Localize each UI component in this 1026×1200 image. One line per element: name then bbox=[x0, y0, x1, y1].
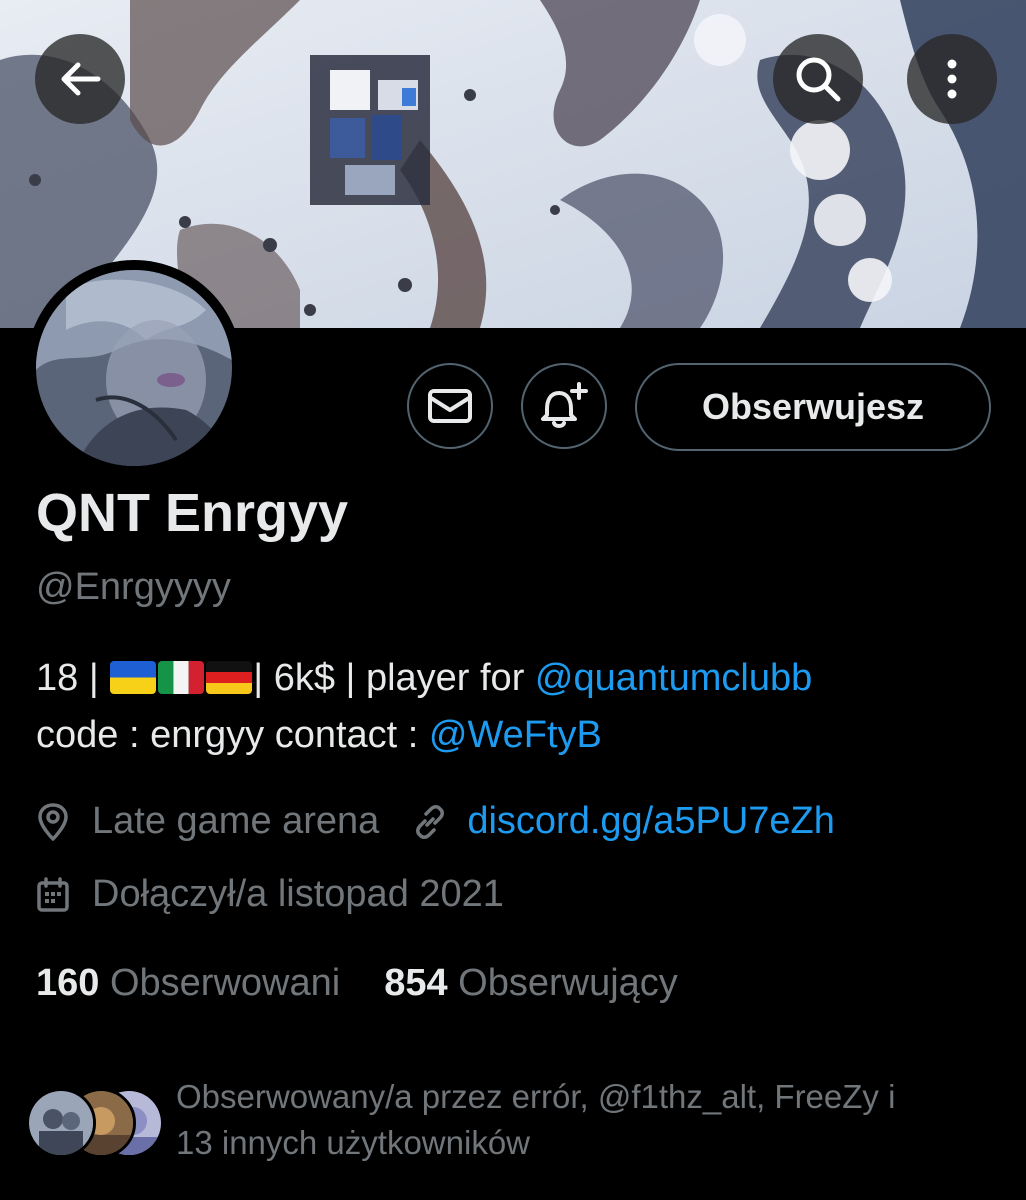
following-count: 160 bbox=[36, 962, 100, 1004]
followed-by-row[interactable]: Obserwowany/a przez errór, @f1thz_alt, F… bbox=[26, 1074, 1006, 1166]
link-icon bbox=[411, 803, 449, 841]
envelope-icon bbox=[428, 389, 472, 423]
bio-text-contact: code : enrgyy contact : bbox=[36, 714, 419, 756]
avatar[interactable] bbox=[26, 260, 242, 476]
followers-count: 854 bbox=[384, 962, 448, 1004]
profile-website-link[interactable]: discord.gg/a5PU7eZh bbox=[467, 800, 835, 843]
calendar-icon bbox=[36, 876, 70, 913]
bio-text-age: 18 | bbox=[36, 657, 99, 699]
mention-weftyb[interactable]: @WeFtyB bbox=[429, 714, 602, 756]
profile-location: Late game arena bbox=[92, 800, 380, 842]
ukraine-flag-icon bbox=[110, 661, 157, 694]
profile-location-row: Late game arena discord.gg/a5PU7eZh bbox=[36, 800, 835, 843]
followed-by-line-1: Obserwowany/a przez errór, @f1thz_alt, F… bbox=[176, 1078, 896, 1115]
avatar-image bbox=[36, 270, 232, 466]
search-button[interactable] bbox=[773, 34, 863, 124]
notifications-button[interactable] bbox=[521, 363, 607, 449]
followers-stat[interactable]: 854 Obserwujący bbox=[384, 962, 678, 1004]
profile-joined-row: Dołączył/a listopad 2021 bbox=[36, 873, 504, 916]
bio-text-player: | 6k$ | player for bbox=[253, 657, 525, 699]
bell-plus-icon bbox=[541, 382, 588, 428]
arrow-left-icon bbox=[61, 62, 101, 96]
profile-joined-date: Dołączył/a listopad 2021 bbox=[92, 873, 504, 915]
display-name: QNT Enrgyy bbox=[36, 483, 349, 543]
bio-line-1: 18 | | 6k$ | player for @quantumclubb bbox=[36, 650, 812, 707]
mention-quantumclubb[interactable]: @quantumclubb bbox=[535, 657, 812, 699]
italy-flag-icon bbox=[158, 661, 205, 694]
location-pin-icon bbox=[36, 802, 70, 842]
follower-avatar bbox=[26, 1088, 96, 1158]
followed-by-text: Obserwowany/a przez errór, @f1thz_alt, F… bbox=[176, 1074, 895, 1166]
followers-label: Obserwujący bbox=[458, 962, 678, 1004]
followed-by-avatars bbox=[26, 1080, 166, 1160]
bio-line-2: code : enrgyy contact : @WeFtyB bbox=[36, 707, 812, 764]
profile-bio: 18 | | 6k$ | player for @quantumclubb co… bbox=[36, 650, 812, 764]
search-icon bbox=[796, 57, 841, 102]
profile-stats: 160 Obserwowani 854 Obserwujący bbox=[36, 962, 678, 1005]
following-label: Obserwowani bbox=[109, 962, 341, 1004]
following-stat[interactable]: 160 Obserwowani bbox=[36, 962, 340, 1004]
following-button[interactable]: Obserwujesz bbox=[635, 363, 991, 451]
more-options-button[interactable] bbox=[907, 34, 997, 124]
germany-flag-icon bbox=[206, 661, 253, 694]
message-button[interactable] bbox=[407, 363, 493, 449]
back-button[interactable] bbox=[35, 34, 125, 124]
followed-by-line-2: 13 innych użytkowników bbox=[176, 1124, 531, 1161]
user-handle: @Enrgyyyy bbox=[36, 566, 231, 608]
more-vertical-icon bbox=[947, 59, 957, 99]
